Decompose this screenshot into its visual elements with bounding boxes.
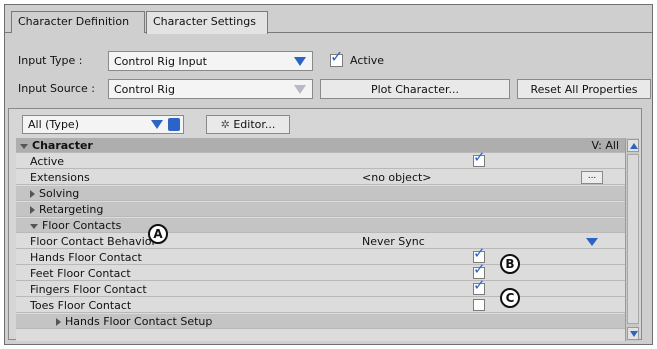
scroll-thumb[interactable] <box>627 154 639 324</box>
group-name: Hands Floor Contact Setup <box>65 315 213 328</box>
group-row-floor-contacts[interactable]: Floor Contacts <box>16 218 625 233</box>
group-row-retargeting[interactable]: Retargeting <box>16 202 625 217</box>
property-name: Active <box>30 155 65 168</box>
arrow-down-icon <box>630 331 638 337</box>
input-source-label: Input Source : <box>18 82 95 95</box>
lock-icon[interactable] <box>168 118 180 131</box>
property-row-active[interactable]: Active ✓ <box>16 150 625 169</box>
vertical-scrollbar[interactable] <box>625 138 639 341</box>
tab-character-definition[interactable]: Character Definition <box>11 11 145 33</box>
group-name: Retargeting <box>39 203 104 216</box>
group-name: Solving <box>39 187 80 200</box>
property-name: Fingers Floor Contact <box>30 283 147 296</box>
property-row-toes-floor-contact[interactable]: Toes Floor Contact <box>16 298 625 313</box>
property-value: Never Sync <box>362 235 425 248</box>
gear-icon: ✲ <box>220 118 234 131</box>
expand-triangle-icon <box>20 143 28 149</box>
editor-button[interactable]: ✲ Editor... <box>206 115 290 134</box>
grid-header[interactable]: Character V: All <box>16 138 625 153</box>
group-row-solving[interactable]: Solving <box>16 186 625 201</box>
dropdown-arrow-icon <box>294 57 306 66</box>
input-type-value: Control Rig Input <box>114 55 207 68</box>
property-name: Floor Contact Behavior <box>30 235 157 248</box>
input-source-select[interactable]: Control Rig <box>108 79 313 99</box>
tab-bar: Character Definition Character Settings <box>5 5 652 34</box>
collapsed-triangle-icon <box>30 206 35 214</box>
property-name: Extensions <box>30 171 90 184</box>
group-name: Floor Contacts <box>42 219 122 232</box>
property-name: Hands Floor Contact <box>30 251 142 264</box>
group-row-hands-floor-contact-setup[interactable]: Hands Floor Contact Setup <box>16 314 625 329</box>
dropdown-arrow-icon <box>294 85 306 94</box>
checkmark-icon: ✓ <box>330 47 344 66</box>
collapsed-triangle-icon <box>56 318 61 326</box>
callout-b: B <box>500 254 520 274</box>
active-checkbox[interactable]: ✓ <box>330 49 343 67</box>
checkmark-icon: ✓ <box>473 244 486 262</box>
editor-button-label: Editor... <box>233 118 276 131</box>
property-value: <no object> <box>362 171 432 184</box>
checkmark-icon: ✓ <box>473 148 486 166</box>
property-row-extensions[interactable]: Extensions <no object> ... <box>16 170 625 185</box>
input-type-label: Input Type : <box>18 54 83 67</box>
arrow-up-icon <box>630 143 638 149</box>
expanded-triangle-icon <box>30 223 38 229</box>
callout-a: A <box>148 224 168 244</box>
input-source-value: Control Rig <box>114 83 175 96</box>
active-label: Active <box>350 54 385 67</box>
tab-character-settings[interactable]: Character Settings <box>146 11 268 34</box>
dropdown-arrow-icon[interactable] <box>586 238 598 246</box>
checkmark-icon: ✓ <box>473 260 486 278</box>
type-filter-value: All (Type) <box>28 118 79 131</box>
view-all-label: V: All <box>591 139 619 152</box>
reset-all-properties-button[interactable]: Reset All Properties <box>517 79 651 99</box>
property-row-hands-floor-contact[interactable]: Hands Floor Contact ✓ <box>16 246 625 265</box>
extensions-browse-button[interactable]: ... <box>581 171 603 184</box>
type-filter-select[interactable]: All (Type) <box>22 115 184 134</box>
fingers-floor-contact-checkbox[interactable]: ✓ <box>473 278 486 295</box>
callout-c: C <box>500 288 520 308</box>
property-row-fingers-floor-contact[interactable]: Fingers Floor Contact ✓ <box>16 278 625 297</box>
active-property-checkbox[interactable]: ✓ <box>473 150 486 167</box>
property-name: Feet Floor Contact <box>30 267 131 280</box>
checkmark-icon: ✓ <box>473 276 486 294</box>
plot-character-button[interactable]: Plot Character... <box>320 79 510 99</box>
scroll-up-button[interactable] <box>627 139 639 152</box>
input-type-select[interactable]: Control Rig Input <box>108 51 313 71</box>
collapsed-triangle-icon <box>30 190 35 198</box>
property-name: Toes Floor Contact <box>30 299 132 312</box>
property-row-floor-contact-behavior[interactable]: Floor Contact Behavior Never Sync <box>16 234 625 249</box>
character-header-label: Character <box>32 139 93 152</box>
toes-floor-contact-checkbox[interactable] <box>473 299 485 311</box>
property-row-feet-floor-contact[interactable]: Feet Floor Contact ✓ <box>16 262 625 281</box>
scroll-down-button[interactable] <box>627 327 639 340</box>
dropdown-arrow-icon <box>151 120 163 129</box>
property-grid: Character V: All Active ✓ Extensions <no… <box>16 138 625 341</box>
